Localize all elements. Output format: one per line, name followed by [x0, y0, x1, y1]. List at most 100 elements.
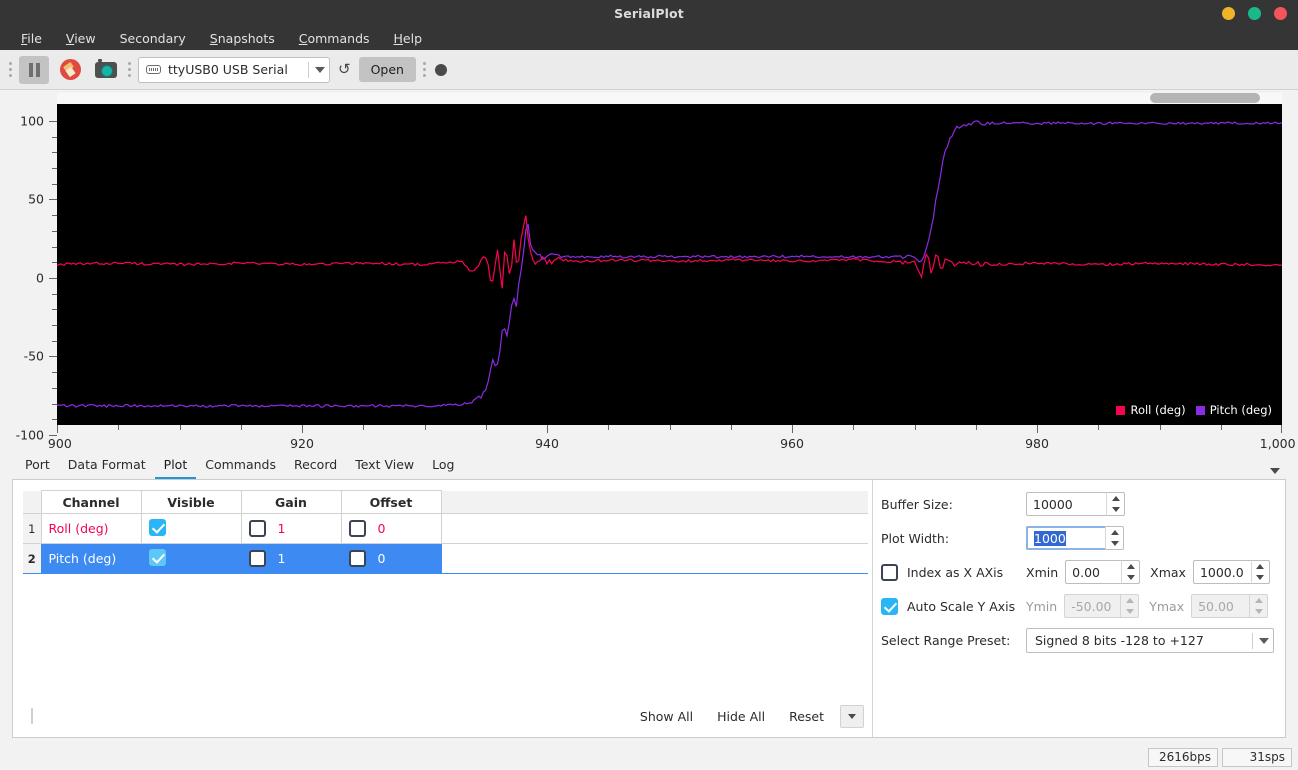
xmax-decrement[interactable]: [1252, 572, 1269, 583]
xmax-increment[interactable]: [1252, 561, 1269, 572]
channel-name-cell[interactable]: Pitch (deg): [40, 543, 142, 574]
select-all-checkbox[interactable]: [31, 708, 33, 724]
table-header-filler: [440, 490, 868, 514]
plot-scrollbar-thumb[interactable]: [1150, 93, 1260, 103]
index-as-x-control[interactable]: Index as X AXis: [881, 563, 1026, 581]
show-all-button[interactable]: Show All: [628, 704, 705, 729]
x-tick: [118, 425, 120, 431]
buffer-size-spinner[interactable]: [1026, 492, 1125, 516]
camera-icon: [95, 58, 117, 78]
settings-tabbar: Port Data Format Plot Commands Record Text Vi…: [0, 453, 1298, 479]
buffer-size-increment[interactable]: [1107, 493, 1124, 504]
offset-cell[interactable]: 0: [340, 513, 442, 544]
toolbar-grip-2[interactable]: [127, 60, 132, 80]
visible-cell[interactable]: [140, 543, 242, 574]
status-bar: 2616bps 31sps: [0, 744, 1298, 770]
xmin-spin-buttons[interactable]: [1121, 560, 1141, 584]
plot-scrollbar-track[interactable]: [57, 93, 1282, 104]
xmin-decrement[interactable]: [1122, 572, 1139, 583]
menu-secondary[interactable]: Secondary: [108, 28, 198, 50]
plot-width-increment[interactable]: [1106, 527, 1123, 538]
xmax-spinner[interactable]: [1192, 560, 1270, 584]
maximize-button[interactable]: [1248, 7, 1261, 20]
xmin-increment[interactable]: [1122, 561, 1139, 572]
menu-snapshots[interactable]: Snapshots: [198, 28, 287, 50]
table-header-offset[interactable]: Offset: [340, 490, 442, 514]
visible-checkbox[interactable]: [148, 518, 166, 536]
auto-scale-checkbox[interactable]: [881, 597, 898, 615]
chevron-down-icon[interactable]: [308, 61, 325, 78]
table-header-gain[interactable]: Gain: [240, 490, 342, 514]
hide-all-button[interactable]: Hide All: [705, 704, 777, 729]
menu-commands[interactable]: Commands: [287, 28, 382, 50]
toolbar-grip-3[interactable]: [422, 60, 427, 80]
record-indicator-icon[interactable]: [434, 63, 447, 76]
table-header-visible[interactable]: Visible: [140, 490, 242, 514]
open-port-button[interactable]: Open: [358, 57, 416, 82]
tab-data-format[interactable]: Data Format: [59, 454, 155, 479]
menu-help[interactable]: Help: [382, 28, 435, 50]
gain-value: 1: [277, 521, 286, 536]
visible-cell[interactable]: [140, 513, 242, 544]
buffer-size-spin-buttons[interactable]: [1106, 492, 1125, 516]
x-tick-label: 980: [1025, 436, 1049, 452]
tab-text-view[interactable]: Text View: [346, 454, 423, 479]
clear-button[interactable]: [55, 56, 85, 84]
channel-actions-bar: Show All Hide All Reset: [13, 695, 872, 737]
tab-record[interactable]: Record: [285, 454, 346, 479]
gain-checkbox[interactable]: [248, 520, 266, 537]
legend-entry-roll: Roll (deg): [1116, 403, 1186, 417]
gain-cell[interactable]: 1: [240, 513, 342, 544]
plot-canvas[interactable]: Roll (deg) Pitch (deg): [57, 103, 1282, 426]
ymin-increment: [1121, 595, 1138, 606]
close-button[interactable]: [1274, 7, 1287, 20]
title-bar: SerialPlot: [0, 0, 1298, 27]
xmax-input[interactable]: [1192, 560, 1251, 584]
y-tick-label: -100: [15, 427, 44, 443]
plot-width-decrement[interactable]: [1106, 538, 1123, 549]
xmin-spinner[interactable]: [1065, 560, 1141, 584]
plot-width-spinner[interactable]: [1026, 526, 1124, 550]
index-as-x-checkbox[interactable]: [881, 563, 898, 581]
channel-list-pane: Channel Visible Gain Offset 1 Roll (deg) 1…: [13, 480, 873, 737]
refresh-icon[interactable]: ↺: [336, 62, 353, 77]
buffer-size-decrement[interactable]: [1107, 504, 1124, 515]
auto-scale-control[interactable]: Auto Scale Y Axis: [881, 597, 1026, 615]
range-preset-chevron-down-icon[interactable]: [1252, 632, 1269, 649]
menu-view[interactable]: View: [54, 28, 108, 50]
table-row[interactable]: 1 Roll (deg) 1 0: [23, 513, 868, 544]
menu-file[interactable]: File: [9, 28, 54, 50]
minimize-button[interactable]: [1222, 7, 1235, 20]
table-row[interactable]: 2 Pitch (deg) 1 0: [23, 543, 868, 574]
gain-checkbox[interactable]: [248, 550, 266, 567]
table-header-blank: [23, 490, 42, 514]
plot-width-input[interactable]: [1026, 526, 1105, 550]
channel-name-cell[interactable]: Roll (deg): [40, 513, 142, 544]
offset-checkbox[interactable]: [348, 550, 366, 567]
xmax-spin-buttons[interactable]: [1250, 560, 1270, 584]
more-options-button[interactable]: [840, 704, 864, 728]
plot-width-spin-buttons[interactable]: [1105, 526, 1124, 550]
buffer-size-input[interactable]: [1026, 492, 1106, 516]
x-tick: [485, 425, 487, 431]
snapshot-button[interactable]: [91, 56, 121, 84]
offset-cell[interactable]: 0: [340, 543, 442, 574]
range-preset-select[interactable]: Signed 8 bits -128 to +127: [1026, 628, 1274, 653]
gain-cell[interactable]: 1: [240, 543, 342, 574]
tabbar-overflow-icon[interactable]: [1270, 468, 1280, 474]
tab-commands[interactable]: Commands: [196, 454, 285, 479]
table-header-channel[interactable]: Channel: [40, 490, 142, 514]
reset-button[interactable]: Reset: [777, 704, 836, 729]
offset-checkbox[interactable]: [348, 520, 366, 537]
port-select[interactable]: ttyUSB0 USB Serial: [138, 56, 330, 83]
tab-port[interactable]: Port: [16, 454, 59, 479]
tab-log[interactable]: Log: [423, 454, 463, 479]
x-tick-label: 920: [290, 436, 314, 452]
tab-plot[interactable]: Plot: [154, 454, 197, 479]
visible-checkbox[interactable]: [148, 548, 166, 566]
x-tick-label: 940: [535, 436, 559, 452]
channel-table: Channel Visible Gain Offset 1 Roll (deg) 1…: [23, 490, 868, 574]
toolbar-grip[interactable]: [8, 60, 13, 80]
xmin-input[interactable]: [1065, 560, 1122, 584]
pause-button[interactable]: [19, 55, 49, 84]
